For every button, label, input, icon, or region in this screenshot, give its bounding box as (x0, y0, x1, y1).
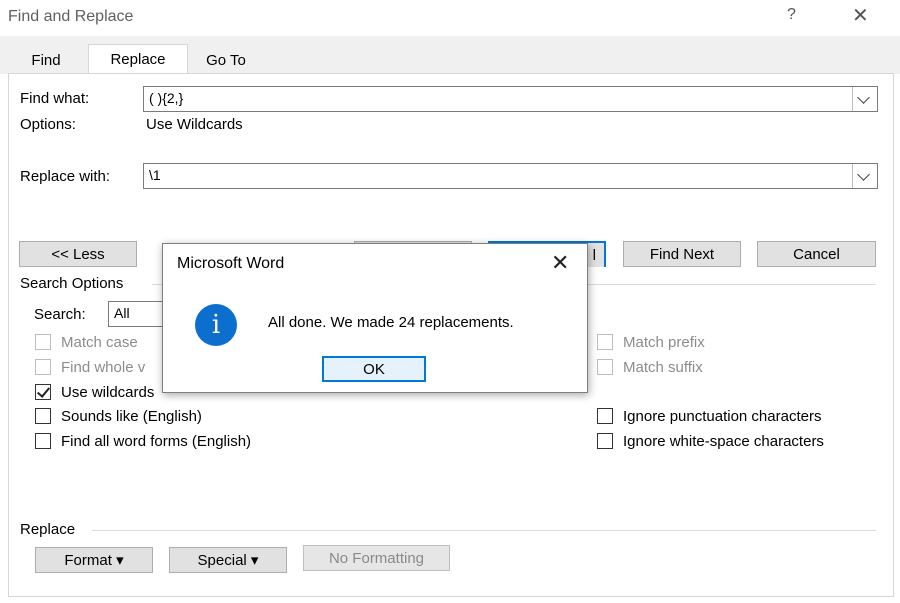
replace-section-heading: Replace (20, 521, 76, 538)
search-direction-value: All (114, 305, 130, 321)
ignore-punctuation-checkbox[interactable] (597, 408, 613, 424)
match-case-label: Match case (61, 334, 138, 351)
search-label: Search: (34, 306, 86, 323)
find-next-button[interactable]: Find Next (623, 241, 741, 267)
use-wildcards-label: Use wildcards (61, 384, 155, 401)
ignore-punctuation-label: Ignore punctuation characters (623, 408, 822, 425)
tab-goto-label: Go To (206, 52, 246, 69)
no-formatting-button[interactable]: No Formatting (303, 545, 450, 571)
replace-with-value: \1 (149, 167, 161, 183)
format-button[interactable]: Format ▾ (35, 547, 153, 573)
find-whole-words-label: Find whole v (61, 359, 146, 376)
ok-button[interactable]: OK (322, 356, 426, 382)
match-case-checkbox[interactable] (35, 334, 51, 350)
tab-find-label: Find (31, 52, 61, 69)
cancel-button[interactable]: Cancel (757, 241, 876, 267)
replace-with-combo[interactable]: \1 (143, 163, 878, 189)
dialog-message: All done. We made 24 replacements. (268, 314, 514, 331)
match-suffix-label: Match suffix (623, 359, 703, 376)
search-options-heading: Search Options (20, 275, 124, 292)
ignore-whitespace-label: Ignore white-space characters (623, 433, 824, 450)
all-word-forms-checkbox[interactable] (35, 433, 51, 449)
info-icon: i (195, 304, 237, 346)
dialog-title-bar: Microsoft Word ✕ (163, 244, 587, 284)
help-icon[interactable]: ? (787, 6, 796, 24)
replace-with-label: Replace with: (20, 168, 111, 185)
window-title: Find and Replace (8, 8, 134, 25)
all-word-forms-label: Find all word forms (English) (61, 433, 252, 450)
tab-bar: Find Replace Go To (0, 36, 900, 76)
tab-replace[interactable]: Replace (88, 44, 188, 76)
chevron-down-icon[interactable] (852, 164, 877, 188)
message-dialog: Microsoft Word ✕ i All done. We made 24 … (162, 243, 588, 393)
options-label: Options: (20, 116, 76, 133)
find-what-combo[interactable]: ( ){2,} (143, 86, 878, 112)
options-value: Use Wildcards (146, 116, 243, 133)
chevron-down-icon[interactable] (852, 87, 877, 111)
less-button[interactable]: << Less (19, 241, 137, 267)
dialog-title: Microsoft Word (177, 255, 285, 272)
sounds-like-checkbox[interactable] (35, 408, 51, 424)
close-icon[interactable]: ✕ (852, 3, 869, 28)
replace-section-divider (92, 530, 876, 531)
tab-find[interactable]: Find (14, 48, 78, 73)
replace-all-partial-label: l (592, 247, 596, 264)
close-icon[interactable]: ✕ (551, 250, 569, 276)
match-suffix-checkbox[interactable] (597, 359, 613, 375)
match-prefix-label: Match prefix (623, 334, 705, 351)
tab-goto[interactable]: Go To (190, 48, 262, 73)
find-whole-words-checkbox[interactable] (35, 359, 51, 375)
tab-replace-label: Replace (110, 51, 166, 68)
special-button[interactable]: Special ▾ (169, 547, 287, 573)
find-what-value: ( ){2,} (149, 90, 184, 106)
sounds-like-label: Sounds like (English) (61, 408, 202, 425)
ignore-whitespace-checkbox[interactable] (597, 433, 613, 449)
use-wildcards-checkbox[interactable] (35, 384, 51, 400)
find-what-label: Find what: (20, 90, 90, 107)
title-bar: Find and Replace ? ✕ (0, 0, 900, 36)
match-prefix-checkbox[interactable] (597, 334, 613, 350)
